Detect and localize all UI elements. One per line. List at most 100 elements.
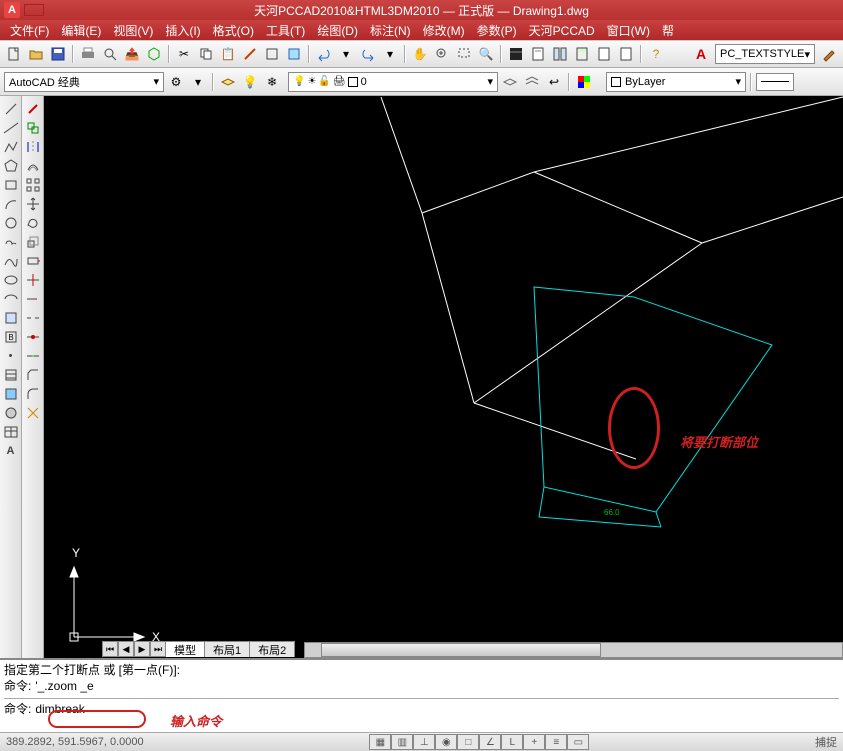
extend-tool[interactable] [24,290,42,308]
table-tool[interactable] [2,423,20,441]
layer-iso-button[interactable] [522,72,542,92]
hatch-tool[interactable] [2,366,20,384]
ellipse-arc-tool[interactable] [2,290,20,308]
redo-drop[interactable]: ▾ [380,44,400,64]
insert-block-tool[interactable] [2,309,20,327]
command-window[interactable]: 指定第二个打断点 或 [第一点(F)]: 命令: '_.zoom _e 命令: … [0,658,843,732]
menu-view[interactable]: 视图(V) [113,22,153,39]
layer-off-button[interactable] [500,72,520,92]
dyn-toggle[interactable]: + [523,734,545,750]
layer-prev-button[interactable]: ↩ [544,72,564,92]
polyline-tool[interactable] [2,138,20,156]
menu-dim[interactable]: 标注(N) [370,22,411,39]
sheet-button[interactable] [528,44,548,64]
move-tool[interactable] [24,195,42,213]
array-tool[interactable] [24,176,42,194]
gradient-tool[interactable] [2,385,20,403]
workspace-drop[interactable]: ▾ [188,72,208,92]
tab-next-button[interactable]: ▶ [134,641,150,657]
break-at-tool[interactable] [24,328,42,346]
fillet-tool[interactable] [24,385,42,403]
logo-dropdown[interactable] [24,4,44,16]
otrack-toggle[interactable]: ∠ [479,734,501,750]
block-button[interactable] [262,44,282,64]
grid-toggle[interactable]: ▥ [391,734,413,750]
menu-insert[interactable]: 插入(I) [165,22,200,39]
copy-tool[interactable] [24,119,42,137]
app-logo-icon[interactable]: A [4,2,20,18]
match-button[interactable] [240,44,260,64]
calc-button[interactable] [572,44,592,64]
cut-button[interactable]: ✂ [174,44,194,64]
toolpal-button[interactable] [550,44,570,64]
trim-tool[interactable] [24,271,42,289]
ortho-toggle[interactable]: ⊥ [413,734,435,750]
polygon-tool[interactable] [2,157,20,175]
tab-last-button[interactable]: ⏭ [150,641,166,657]
rotate-tool[interactable] [24,214,42,232]
ellipse-tool[interactable] [2,271,20,289]
linetype-select[interactable] [756,73,794,91]
copy-button[interactable] [196,44,216,64]
menu-modify[interactable]: 修改(M) [423,22,465,39]
rectangle-tool[interactable] [2,176,20,194]
osnap-toggle[interactable]: □ [457,734,479,750]
menu-tools[interactable]: 工具(T) [266,22,305,39]
qp-toggle[interactable]: ▭ [567,734,589,750]
color-button[interactable] [574,72,594,92]
arc-tool[interactable] [2,195,20,213]
pan-button[interactable]: ✋ [410,44,430,64]
erase-tool[interactable] [24,100,42,118]
tab-layout1[interactable]: 布局1 [204,641,250,657]
preview-button[interactable] [100,44,120,64]
block2-button[interactable] [284,44,304,64]
make-block-tool[interactable]: B [2,328,20,346]
tab-layout2[interactable]: 布局2 [249,641,295,657]
zoom-win-button[interactable] [454,44,474,64]
menu-window[interactable]: 窗口(W) [607,22,650,39]
point-tool[interactable]: • [2,347,20,365]
stretch-tool[interactable] [24,252,42,270]
undo-drop[interactable]: ▾ [336,44,356,64]
new-button[interactable] [4,44,24,64]
layer-select[interactable]: 💡 ☀ 🔓 🖨 0 ▾ [288,72,498,92]
paint-button[interactable] [819,44,839,64]
qselect-button[interactable] [616,44,636,64]
layer-props-button[interactable] [218,72,238,92]
scrollbar-thumb[interactable] [321,643,601,657]
zoom-prev-button[interactable]: 🔍 [476,44,496,64]
explode-tool[interactable] [24,404,42,422]
paste-button[interactable]: 📋 [218,44,238,64]
undo-button[interactable] [314,44,334,64]
menu-edit[interactable]: 编辑(E) [61,22,101,39]
tab-prev-button[interactable]: ◀ [118,641,134,657]
save-button[interactable] [48,44,68,64]
circle-tool[interactable] [2,214,20,232]
drawing-canvas[interactable]: 66.0 Y X 将要打断部位 ⏮ ◀ ▶ ⏭ 模型 布局1 [44,96,843,658]
props-button[interactable] [506,44,526,64]
color-bylayer-select[interactable]: ByLayer ▾ [606,72,746,92]
scale-tool[interactable] [24,233,42,251]
menu-help[interactable]: 帮 [662,22,674,39]
polar-toggle[interactable]: ◉ [435,734,457,750]
menu-format[interactable]: 格式(O) [213,22,254,39]
tab-first-button[interactable]: ⏮ [102,641,118,657]
redo-button[interactable] [358,44,378,64]
zoom-rt-button[interactable] [432,44,452,64]
xline-tool[interactable] [2,119,20,137]
textstyle-select[interactable]: PC_TEXTSTYLE ▾ [715,44,815,64]
open-button[interactable] [26,44,46,64]
3d-button[interactable] [144,44,164,64]
revcloud-tool[interactable] [2,233,20,251]
snap-toggle[interactable]: ▦ [369,734,391,750]
mirror-tool[interactable] [24,138,42,156]
join-tool[interactable] [24,347,42,365]
tab-model[interactable]: 模型 [165,641,205,657]
horizontal-scrollbar[interactable] [304,642,843,658]
region-tool[interactable] [2,404,20,422]
publish-button[interactable]: 📤 [122,44,142,64]
print-button[interactable] [78,44,98,64]
layer-state-button[interactable]: 💡 [240,72,260,92]
workspace-gear-button[interactable]: ⚙ [166,72,186,92]
ducs-toggle[interactable]: L [501,734,523,750]
